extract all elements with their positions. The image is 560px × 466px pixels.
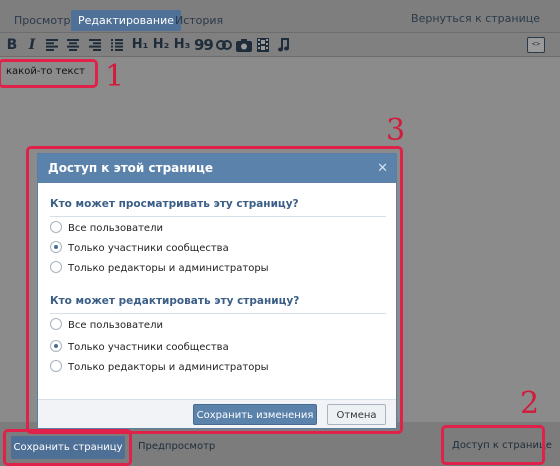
- h3-icon[interactable]: H₃: [172, 36, 192, 54]
- h1-icon[interactable]: H₁: [130, 36, 150, 54]
- source-code-icon[interactable]: <>: [527, 37, 545, 53]
- h2-icon[interactable]: H₂: [151, 36, 171, 54]
- tab-bar: Просмотр Редактирование История Вернутьс…: [0, 0, 560, 32]
- preview-link[interactable]: Предпросмотр: [138, 441, 215, 452]
- highlight-box-1: [0, 59, 98, 88]
- highlight-box-2: [441, 425, 545, 465]
- tab-view[interactable]: Просмотр: [7, 10, 77, 31]
- back-to-page-link[interactable]: Вернуться к странице: [411, 12, 540, 25]
- quote-icon[interactable]: 99: [194, 36, 214, 54]
- align-right-icon[interactable]: [89, 36, 103, 54]
- camera-icon[interactable]: [236, 36, 252, 54]
- align-left-icon[interactable]: [46, 36, 60, 54]
- bold-icon[interactable]: B: [6, 36, 18, 54]
- annotation-number-3: 3: [386, 113, 406, 148]
- align-center-icon[interactable]: [67, 36, 81, 54]
- film-icon[interactable]: [257, 36, 271, 54]
- editor-toolbar: B I H₁ H₂ H₃ 99 <>: [0, 32, 560, 57]
- annotation-number-2: 2: [520, 386, 540, 421]
- tab-edit[interactable]: Редактирование: [71, 10, 181, 31]
- annotation-number-1: 1: [105, 59, 125, 94]
- highlight-box-3: [26, 146, 403, 434]
- italic-icon[interactable]: I: [27, 36, 37, 54]
- tab-history[interactable]: История: [168, 10, 230, 31]
- highlight-box-save: [3, 429, 132, 466]
- list-icon[interactable]: [111, 36, 125, 54]
- link-icon[interactable]: [216, 36, 232, 54]
- music-icon[interactable]: [278, 36, 292, 54]
